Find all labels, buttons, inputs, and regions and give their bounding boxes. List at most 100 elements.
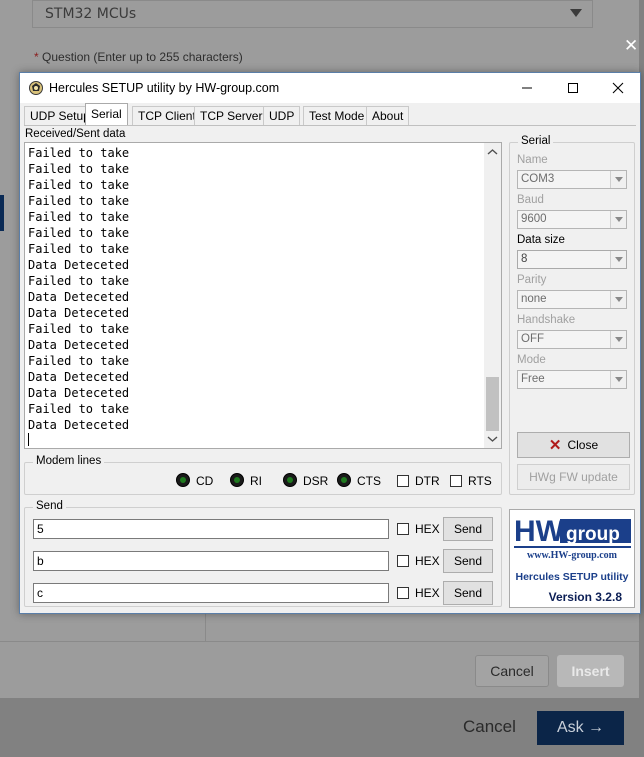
log-line: Failed to take — [28, 226, 130, 240]
tab-tcp-server[interactable]: TCP Server — [194, 106, 269, 125]
question-label: * Question (Enter up to 255 characters) — [34, 50, 243, 64]
handshake-select[interactable]: OFF — [517, 330, 627, 349]
rts-checkbox[interactable] — [450, 475, 462, 487]
dtr-checkbox[interactable] — [397, 475, 409, 487]
hw-group-logo: HW group www.HW-group.com Hercules SETUP… — [509, 509, 635, 608]
ask-button[interactable]: Ask → — [537, 711, 624, 745]
close-icon — [612, 82, 623, 94]
received-sent-label: Received/Sent data — [25, 128, 126, 140]
chevron-down-icon — [610, 251, 626, 268]
hex-checkbox-1[interactable] — [397, 523, 409, 535]
name-label: Name — [517, 154, 548, 166]
log-line: Failed to take — [28, 354, 130, 368]
dsr-label: DSR — [303, 474, 329, 488]
text-caret — [28, 433, 29, 446]
send-input-3[interactable]: c — [33, 583, 389, 603]
handshake-label: Handshake — [517, 314, 576, 326]
log-line: Failed to take — [28, 274, 130, 288]
send-group: Send 5 HEX Send b HEX Send c HEX Send — [24, 500, 502, 607]
scrollbar-thumb[interactable] — [486, 377, 499, 431]
chevron-down-icon — [610, 211, 626, 228]
tab-test-mode[interactable]: Test Mode — [303, 106, 371, 125]
log-line: Failed to take — [28, 322, 130, 336]
send-button-1[interactable]: Send — [443, 517, 493, 541]
send-input-1[interactable]: 5 — [33, 519, 389, 539]
parity-select[interactable]: none — [517, 290, 627, 309]
received-log: Failed to take Failed to take Failed to … — [28, 145, 483, 433]
log-line: Data Deteceted — [28, 306, 130, 320]
port-name-select[interactable]: COM3 — [517, 170, 627, 189]
maximize-button[interactable] — [550, 73, 595, 103]
hwg-fw-update-button[interactable]: HWg FW update — [517, 464, 630, 490]
logo-product-name: Hercules SETUP utility — [515, 571, 629, 583]
product-select[interactable]: STM32 MCUs — [32, 0, 593, 28]
hex-label-2: HEX — [415, 554, 440, 568]
maximize-icon — [567, 83, 578, 93]
question-label-text: Question (Enter up to 255 characters) — [38, 50, 243, 64]
serial-title: Serial — [518, 135, 554, 147]
hercules-app-icon — [29, 81, 43, 95]
baud-select[interactable]: 9600 — [517, 210, 627, 229]
received-sent-textarea[interactable]: Failed to take Failed to take Failed to … — [24, 142, 502, 449]
handshake-value: OFF — [521, 333, 544, 345]
data-size-value: 8 — [521, 253, 528, 265]
log-line: Data Deteceted — [28, 370, 130, 384]
tab-tcp-client[interactable]: TCP Client — [132, 106, 202, 125]
logo-version: Version 3.2.8 — [548, 590, 622, 604]
data-size-select[interactable]: 8 — [517, 250, 627, 269]
log-line: Data Deteceted — [28, 290, 130, 304]
chevron-down-icon — [610, 291, 626, 308]
send-button-2[interactable]: Send — [443, 549, 493, 573]
tab-serial[interactable]: Serial — [85, 103, 128, 125]
close-port-label: Close — [567, 438, 599, 452]
cts-label: CTS — [357, 474, 381, 488]
mode-select[interactable]: Free — [517, 370, 627, 389]
modal-cancel-button[interactable]: Cancel — [475, 655, 549, 687]
hex-label-1: HEX — [415, 522, 440, 536]
footer-divider — [0, 641, 639, 642]
send-title: Send — [33, 500, 66, 512]
mode-label: Mode — [517, 354, 546, 366]
send-input-2[interactable]: b — [33, 551, 389, 571]
parity-label: Parity — [517, 274, 547, 286]
divider — [205, 612, 206, 642]
minimize-button[interactable] — [504, 73, 549, 103]
insert-button[interactable]: Insert — [557, 655, 624, 687]
parity-value: none — [521, 293, 547, 305]
log-line: Data Deteceted — [28, 258, 130, 272]
port-name-value: COM3 — [521, 173, 555, 185]
cd-led-icon — [176, 473, 190, 487]
log-line: Failed to take — [28, 242, 130, 256]
vertical-scrollbar[interactable] — [484, 143, 501, 448]
close-port-button[interactable]: ✕ Close — [517, 432, 630, 458]
scroll-up-icon[interactable] — [487, 148, 498, 156]
tab-bar: UDP Setup Serial TCP Client TCP Server U… — [24, 103, 636, 126]
page-cancel-link[interactable]: Cancel — [463, 717, 516, 737]
tab-about[interactable]: About — [366, 106, 410, 125]
brand-group-text: group — [566, 524, 620, 545]
dtr-label: DTR — [415, 474, 440, 488]
logo-website: www.HW-group.com — [527, 550, 617, 561]
window-title: Hercules SETUP utility by HW-group.com — [49, 81, 280, 95]
hex-checkbox-2[interactable] — [397, 555, 409, 567]
send-button-3[interactable]: Send — [443, 581, 493, 605]
log-line: Failed to take — [28, 162, 130, 176]
modem-lines-group: Modem lines CD RI DSR CTS DTR RTS — [24, 455, 502, 495]
log-line: Failed to take — [28, 178, 130, 192]
tab-udp[interactable]: UDP — [263, 106, 301, 125]
hex-checkbox-3[interactable] — [397, 587, 409, 599]
window-close-button[interactable] — [595, 73, 640, 103]
baud-label: Baud — [517, 194, 544, 206]
log-line: Failed to take — [28, 146, 130, 160]
ri-label: RI — [250, 474, 262, 488]
baud-value: 9600 — [521, 213, 547, 225]
chevron-down-icon — [610, 371, 626, 388]
left-accent-bar — [0, 195, 4, 231]
hw-group-brand-logo: HW group — [514, 515, 631, 548]
hex-label-3: HEX — [415, 586, 440, 600]
modal-close-icon[interactable]: ✕ — [624, 36, 638, 56]
brand-hw-text: HW — [514, 515, 565, 548]
scroll-down-icon[interactable] — [487, 435, 498, 443]
title-bar[interactable]: Hercules SETUP utility by HW-group.com — [20, 73, 640, 103]
data-size-label: Data size — [517, 234, 565, 246]
